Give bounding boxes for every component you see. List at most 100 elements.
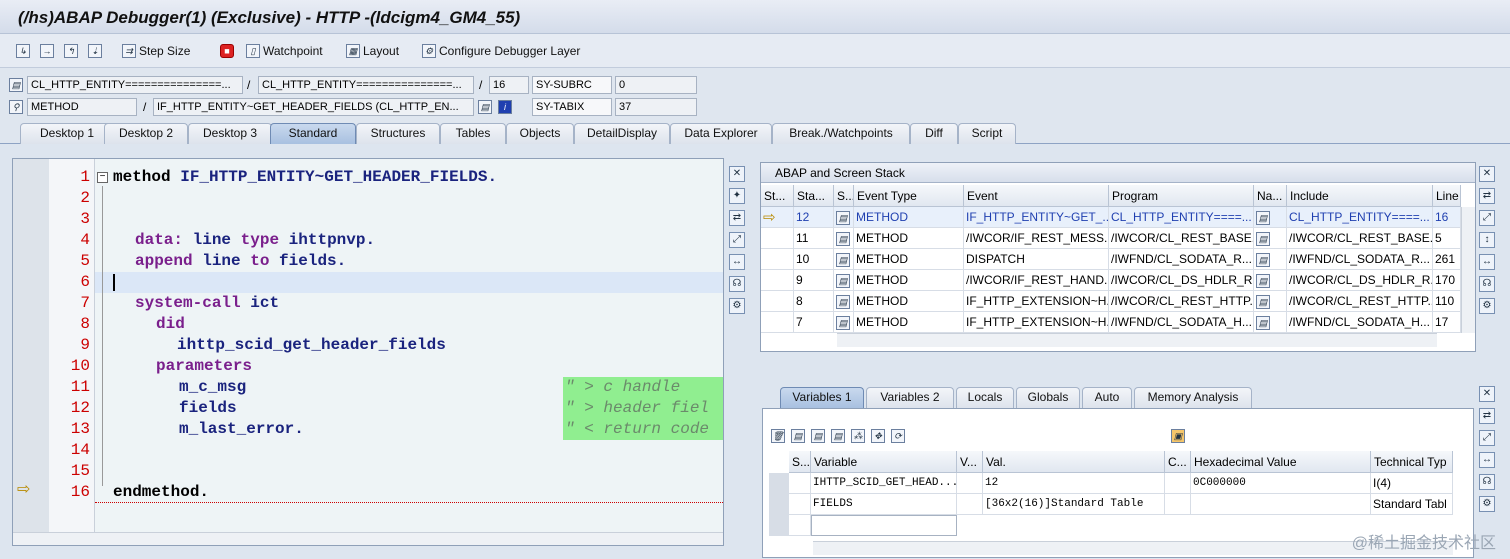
table-row[interactable]: ⇨ 12 ▤ METHOD IF_HTTP_ENTITY~GET_... CL_…: [761, 207, 1461, 228]
replace-tool-icon[interactable]: ⇄: [1479, 188, 1495, 204]
import-icon[interactable]: ▤: [831, 429, 845, 443]
step-size-button[interactable]: ⇉ Step Size: [122, 42, 190, 60]
tab-objects[interactable]: Objects: [506, 123, 574, 144]
settings-icon[interactable]: ⚙: [1479, 298, 1495, 314]
services-icon[interactable]: ☊: [1479, 276, 1495, 292]
tab-diff[interactable]: Diff: [910, 123, 958, 144]
current-frame-arrow-icon: ⇨: [761, 207, 794, 228]
stack-vscroll[interactable]: [1461, 207, 1475, 333]
configure-label: Configure Debugger Layer: [439, 44, 581, 58]
tab-tables[interactable]: Tables: [440, 123, 506, 144]
line-numbers: 1 2 3 4 5 6 7 8 9 10 11 12 13 14 15 16: [49, 159, 95, 545]
table-row[interactable]: 10 ▤ METHOD DISPATCH /IWFND/CL_SODATA_R.…: [761, 249, 1461, 270]
settings-icon[interactable]: ⚙: [1479, 496, 1495, 512]
continue-icon[interactable]: ⇣: [88, 42, 102, 60]
table-row[interactable]: IHTTP_SCID_GET_HEAD... 12 0C000000 I(4): [769, 473, 1459, 494]
replace-tool-icon[interactable]: ⇄: [729, 210, 745, 226]
include-field[interactable]: CL_HTTP_ENTITY===============...: [258, 76, 474, 94]
swap-icon[interactable]: ↔: [729, 254, 745, 270]
program-field[interactable]: CL_HTTP_ENTITY===============...: [27, 76, 243, 94]
breakpoint-gutter[interactable]: ⇨: [13, 159, 49, 545]
close-icon[interactable]: ✕: [1479, 386, 1495, 402]
save-icon[interactable]: ▣: [1171, 429, 1185, 443]
tab-variables-1[interactable]: Variables 1: [780, 387, 864, 408]
configure-debugger-layer-button[interactable]: ⚙ Configure Debugger Layer: [422, 42, 580, 60]
tab-standard[interactable]: Standard: [270, 123, 356, 144]
collapse-icon[interactable]: −: [97, 172, 108, 183]
configure-icon: ⚙: [422, 44, 436, 58]
settings-icon[interactable]: ⚙: [729, 298, 745, 314]
code-area[interactable]: − method IF_HTTP_ENTITY~GET_HEADER_FIELD…: [95, 159, 723, 545]
navigate-icon: ▤: [1256, 295, 1270, 309]
tab-auto[interactable]: Auto: [1082, 387, 1132, 408]
info-icon[interactable]: i: [498, 100, 512, 114]
delete-icon[interactable]: 🗑: [771, 429, 785, 443]
tab-locals[interactable]: Locals: [956, 387, 1014, 408]
maximize-icon[interactable]: ⤢: [729, 232, 745, 248]
sy-subrc-value[interactable]: 0: [615, 76, 697, 94]
tab-detaildisplay[interactable]: DetailDisplay: [574, 123, 670, 144]
table-row[interactable]: 8 ▤ METHOD IF_HTTP_EXTENSION~H... /IWCOR…: [761, 291, 1461, 312]
line-field[interactable]: 16: [489, 76, 529, 94]
step-size-label: Step Size: [139, 44, 191, 58]
tab-desktop-3[interactable]: Desktop 3: [188, 123, 272, 144]
tab-memory-analysis[interactable]: Memory Analysis: [1134, 387, 1252, 408]
current-line-highlight: [95, 272, 723, 293]
watchpoint-icon: ▯: [246, 44, 260, 58]
table-row[interactable]: 11 ▤ METHOD /IWCOR/IF_REST_MESS... /IWCO…: [761, 228, 1461, 249]
new-tool-icon[interactable]: ✦: [729, 188, 745, 204]
abap-stack-panel: ABAP and Screen Stack St... Sta... S... …: [760, 162, 1476, 352]
execute-icon[interactable]: →: [40, 42, 54, 60]
layout-label: Layout: [363, 44, 400, 58]
source-code-editor[interactable]: ⇨ 1 2 3 4 5 6 7 8 9 10 11 12 13 14 15 16…: [12, 158, 724, 546]
method-icon: ▤: [836, 274, 850, 288]
single-step-icon[interactable]: ↳: [16, 42, 30, 60]
navigate-icon: ▤: [1256, 211, 1270, 225]
table-row[interactable]: 7 ▤ METHOD IF_HTTP_EXTENSION~H... /IWFND…: [761, 312, 1461, 333]
replace-tool-icon[interactable]: ⇄: [1479, 408, 1495, 424]
method-icon: ▤: [836, 295, 850, 309]
event-icon: ⚲: [9, 100, 23, 114]
tab-variables-2[interactable]: Variables 2: [866, 387, 954, 408]
stack-scrollbar[interactable]: [837, 333, 1437, 347]
swap-icon[interactable]: ↕: [1479, 232, 1495, 248]
expand-icon[interactable]: ✥: [871, 429, 885, 443]
table-row[interactable]: FIELDS [36x2(16)]Standard Table Standard…: [769, 494, 1459, 515]
event-type-field[interactable]: METHOD: [27, 98, 137, 116]
swap-icon[interactable]: ↔: [1479, 452, 1495, 468]
maximize-icon[interactable]: ⤢: [1479, 210, 1495, 226]
hierarchy-icon[interactable]: ⁂: [851, 429, 865, 443]
new-variable-input[interactable]: [811, 515, 957, 536]
tab-breakpoints[interactable]: Break./Watchpoints: [772, 123, 910, 144]
return-icon[interactable]: ↰: [64, 42, 78, 60]
tab-desktop-1[interactable]: Desktop 1: [20, 123, 114, 144]
tab-script[interactable]: Script: [958, 123, 1016, 144]
close-icon[interactable]: ✕: [1479, 166, 1495, 182]
list-icon[interactable]: ▤: [811, 429, 825, 443]
watchpoint-label: Watchpoint: [263, 44, 323, 58]
watchpoint-button[interactable]: ▯ Watchpoint: [246, 42, 323, 60]
method-icon: ▤: [836, 316, 850, 330]
stop-icon[interactable]: ■: [220, 42, 234, 60]
event-field[interactable]: IF_HTTP_ENTITY~GET_HEADER_FIELDS (CL_HTT…: [153, 98, 474, 116]
close-icon[interactable]: ✕: [729, 166, 745, 182]
tab-structures[interactable]: Structures: [356, 123, 440, 144]
method-icon: ▤: [836, 232, 850, 246]
sy-tabix-value[interactable]: 37: [615, 98, 697, 116]
table-row[interactable]: 9 ▤ METHOD /IWCOR/IF_REST_HAND... /IWCOR…: [761, 270, 1461, 291]
program-icon: ▤: [9, 78, 23, 92]
comment: " < return code: [563, 419, 723, 440]
services-icon[interactable]: ☊: [729, 276, 745, 292]
tab-desktop-2[interactable]: Desktop 2: [104, 123, 188, 144]
details-icon[interactable]: ▤: [791, 429, 805, 443]
layout-button[interactable]: ▦ Layout: [346, 42, 399, 60]
editor-scrollbar[interactable]: [13, 532, 723, 545]
refresh-icon[interactable]: ⟳: [891, 429, 905, 443]
maximize-icon[interactable]: ⤢: [1479, 430, 1495, 446]
display-icon[interactable]: ▤: [478, 100, 492, 114]
swap-icon[interactable]: ↔: [1479, 254, 1495, 270]
method-icon: ▤: [836, 253, 850, 267]
tab-globals[interactable]: Globals: [1016, 387, 1080, 408]
services-icon[interactable]: ☊: [1479, 474, 1495, 490]
tab-data-explorer[interactable]: Data Explorer: [670, 123, 772, 144]
